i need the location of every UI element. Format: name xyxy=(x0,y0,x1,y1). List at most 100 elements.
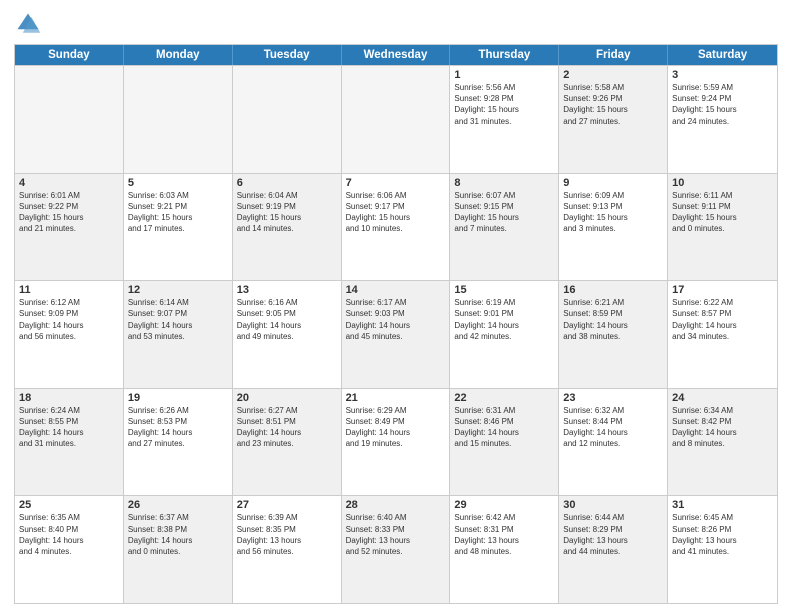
day-number: 19 xyxy=(128,392,228,404)
day-number: 14 xyxy=(346,284,446,296)
day-number: 18 xyxy=(19,392,119,404)
day-info: Sunrise: 6:01 AM Sunset: 9:22 PM Dayligh… xyxy=(19,190,119,235)
calendar-cell: 11Sunrise: 6:12 AM Sunset: 9:09 PM Dayli… xyxy=(15,281,124,388)
day-number: 3 xyxy=(672,69,773,81)
calendar-cell: 12Sunrise: 6:14 AM Sunset: 9:07 PM Dayli… xyxy=(124,281,233,388)
calendar-cell: 26Sunrise: 6:37 AM Sunset: 8:38 PM Dayli… xyxy=(124,496,233,603)
calendar-header-cell: Thursday xyxy=(450,45,559,65)
calendar-cell: 29Sunrise: 6:42 AM Sunset: 8:31 PM Dayli… xyxy=(450,496,559,603)
day-number: 30 xyxy=(563,499,663,511)
day-number: 21 xyxy=(346,392,446,404)
calendar-header-cell: Saturday xyxy=(668,45,777,65)
day-number: 11 xyxy=(19,284,119,296)
day-number: 22 xyxy=(454,392,554,404)
day-info: Sunrise: 6:14 AM Sunset: 9:07 PM Dayligh… xyxy=(128,297,228,342)
calendar-cell: 18Sunrise: 6:24 AM Sunset: 8:55 PM Dayli… xyxy=(15,389,124,496)
calendar-cell: 27Sunrise: 6:39 AM Sunset: 8:35 PM Dayli… xyxy=(233,496,342,603)
day-info: Sunrise: 6:31 AM Sunset: 8:46 PM Dayligh… xyxy=(454,405,554,450)
calendar-header-cell: Wednesday xyxy=(342,45,451,65)
day-info: Sunrise: 6:40 AM Sunset: 8:33 PM Dayligh… xyxy=(346,512,446,557)
calendar-header-cell: Tuesday xyxy=(233,45,342,65)
day-number: 23 xyxy=(563,392,663,404)
calendar-cell: 14Sunrise: 6:17 AM Sunset: 9:03 PM Dayli… xyxy=(342,281,451,388)
day-info: Sunrise: 6:39 AM Sunset: 8:35 PM Dayligh… xyxy=(237,512,337,557)
day-info: Sunrise: 6:06 AM Sunset: 9:17 PM Dayligh… xyxy=(346,190,446,235)
day-number: 4 xyxy=(19,177,119,189)
calendar-cell: 7Sunrise: 6:06 AM Sunset: 9:17 PM Daylig… xyxy=(342,174,451,281)
calendar-week: 25Sunrise: 6:35 AM Sunset: 8:40 PM Dayli… xyxy=(15,495,777,603)
calendar-cell: 30Sunrise: 6:44 AM Sunset: 8:29 PM Dayli… xyxy=(559,496,668,603)
day-info: Sunrise: 6:45 AM Sunset: 8:26 PM Dayligh… xyxy=(672,512,773,557)
day-number: 2 xyxy=(563,69,663,81)
day-number: 20 xyxy=(237,392,337,404)
day-info: Sunrise: 6:29 AM Sunset: 8:49 PM Dayligh… xyxy=(346,405,446,450)
calendar-cell: 10Sunrise: 6:11 AM Sunset: 9:11 PM Dayli… xyxy=(668,174,777,281)
day-info: Sunrise: 6:09 AM Sunset: 9:13 PM Dayligh… xyxy=(563,190,663,235)
calendar-cell: 25Sunrise: 6:35 AM Sunset: 8:40 PM Dayli… xyxy=(15,496,124,603)
calendar-cell: 31Sunrise: 6:45 AM Sunset: 8:26 PM Dayli… xyxy=(668,496,777,603)
day-number: 28 xyxy=(346,499,446,511)
day-info: Sunrise: 6:24 AM Sunset: 8:55 PM Dayligh… xyxy=(19,405,119,450)
calendar-cell: 21Sunrise: 6:29 AM Sunset: 8:49 PM Dayli… xyxy=(342,389,451,496)
calendar-cell: 17Sunrise: 6:22 AM Sunset: 8:57 PM Dayli… xyxy=(668,281,777,388)
day-info: Sunrise: 6:26 AM Sunset: 8:53 PM Dayligh… xyxy=(128,405,228,450)
day-info: Sunrise: 6:27 AM Sunset: 8:51 PM Dayligh… xyxy=(237,405,337,450)
header xyxy=(14,10,778,38)
calendar-week: 4Sunrise: 6:01 AM Sunset: 9:22 PM Daylig… xyxy=(15,173,777,281)
calendar-week: 1Sunrise: 5:56 AM Sunset: 9:28 PM Daylig… xyxy=(15,65,777,173)
calendar-cell xyxy=(124,66,233,173)
day-number: 25 xyxy=(19,499,119,511)
calendar-body: 1Sunrise: 5:56 AM Sunset: 9:28 PM Daylig… xyxy=(15,65,777,603)
day-number: 15 xyxy=(454,284,554,296)
calendar-cell: 9Sunrise: 6:09 AM Sunset: 9:13 PM Daylig… xyxy=(559,174,668,281)
calendar-cell: 22Sunrise: 6:31 AM Sunset: 8:46 PM Dayli… xyxy=(450,389,559,496)
calendar-cell: 4Sunrise: 6:01 AM Sunset: 9:22 PM Daylig… xyxy=(15,174,124,281)
day-number: 7 xyxy=(346,177,446,189)
day-info: Sunrise: 6:07 AM Sunset: 9:15 PM Dayligh… xyxy=(454,190,554,235)
page: SundayMondayTuesdayWednesdayThursdayFrid… xyxy=(0,0,792,612)
calendar-cell: 8Sunrise: 6:07 AM Sunset: 9:15 PM Daylig… xyxy=(450,174,559,281)
day-info: Sunrise: 6:32 AM Sunset: 8:44 PM Dayligh… xyxy=(563,405,663,450)
day-number: 8 xyxy=(454,177,554,189)
day-number: 29 xyxy=(454,499,554,511)
day-info: Sunrise: 6:22 AM Sunset: 8:57 PM Dayligh… xyxy=(672,297,773,342)
day-info: Sunrise: 5:59 AM Sunset: 9:24 PM Dayligh… xyxy=(672,82,773,127)
calendar-cell: 6Sunrise: 6:04 AM Sunset: 9:19 PM Daylig… xyxy=(233,174,342,281)
day-info: Sunrise: 5:58 AM Sunset: 9:26 PM Dayligh… xyxy=(563,82,663,127)
calendar-cell: 15Sunrise: 6:19 AM Sunset: 9:01 PM Dayli… xyxy=(450,281,559,388)
calendar-cell: 1Sunrise: 5:56 AM Sunset: 9:28 PM Daylig… xyxy=(450,66,559,173)
calendar-cell: 5Sunrise: 6:03 AM Sunset: 9:21 PM Daylig… xyxy=(124,174,233,281)
day-info: Sunrise: 6:19 AM Sunset: 9:01 PM Dayligh… xyxy=(454,297,554,342)
day-info: Sunrise: 6:44 AM Sunset: 8:29 PM Dayligh… xyxy=(563,512,663,557)
calendar-header-cell: Friday xyxy=(559,45,668,65)
calendar-cell: 23Sunrise: 6:32 AM Sunset: 8:44 PM Dayli… xyxy=(559,389,668,496)
calendar-cell: 2Sunrise: 5:58 AM Sunset: 9:26 PM Daylig… xyxy=(559,66,668,173)
day-info: Sunrise: 6:21 AM Sunset: 8:59 PM Dayligh… xyxy=(563,297,663,342)
day-info: Sunrise: 6:12 AM Sunset: 9:09 PM Dayligh… xyxy=(19,297,119,342)
calendar-cell: 3Sunrise: 5:59 AM Sunset: 9:24 PM Daylig… xyxy=(668,66,777,173)
day-number: 12 xyxy=(128,284,228,296)
calendar-header-row: SundayMondayTuesdayWednesdayThursdayFrid… xyxy=(15,45,777,65)
calendar-cell: 16Sunrise: 6:21 AM Sunset: 8:59 PM Dayli… xyxy=(559,281,668,388)
calendar-cell: 19Sunrise: 6:26 AM Sunset: 8:53 PM Dayli… xyxy=(124,389,233,496)
day-number: 27 xyxy=(237,499,337,511)
calendar-cell: 28Sunrise: 6:40 AM Sunset: 8:33 PM Dayli… xyxy=(342,496,451,603)
day-info: Sunrise: 5:56 AM Sunset: 9:28 PM Dayligh… xyxy=(454,82,554,127)
calendar-week: 11Sunrise: 6:12 AM Sunset: 9:09 PM Dayli… xyxy=(15,280,777,388)
day-info: Sunrise: 6:37 AM Sunset: 8:38 PM Dayligh… xyxy=(128,512,228,557)
day-number: 5 xyxy=(128,177,228,189)
day-info: Sunrise: 6:35 AM Sunset: 8:40 PM Dayligh… xyxy=(19,512,119,557)
logo xyxy=(14,10,46,38)
calendar-cell xyxy=(233,66,342,173)
day-number: 26 xyxy=(128,499,228,511)
calendar-header-cell: Monday xyxy=(124,45,233,65)
calendar: SundayMondayTuesdayWednesdayThursdayFrid… xyxy=(14,44,778,604)
logo-icon xyxy=(14,10,42,38)
calendar-cell: 20Sunrise: 6:27 AM Sunset: 8:51 PM Dayli… xyxy=(233,389,342,496)
day-info: Sunrise: 6:34 AM Sunset: 8:42 PM Dayligh… xyxy=(672,405,773,450)
day-number: 31 xyxy=(672,499,773,511)
calendar-cell xyxy=(15,66,124,173)
calendar-week: 18Sunrise: 6:24 AM Sunset: 8:55 PM Dayli… xyxy=(15,388,777,496)
day-number: 9 xyxy=(563,177,663,189)
day-number: 6 xyxy=(237,177,337,189)
